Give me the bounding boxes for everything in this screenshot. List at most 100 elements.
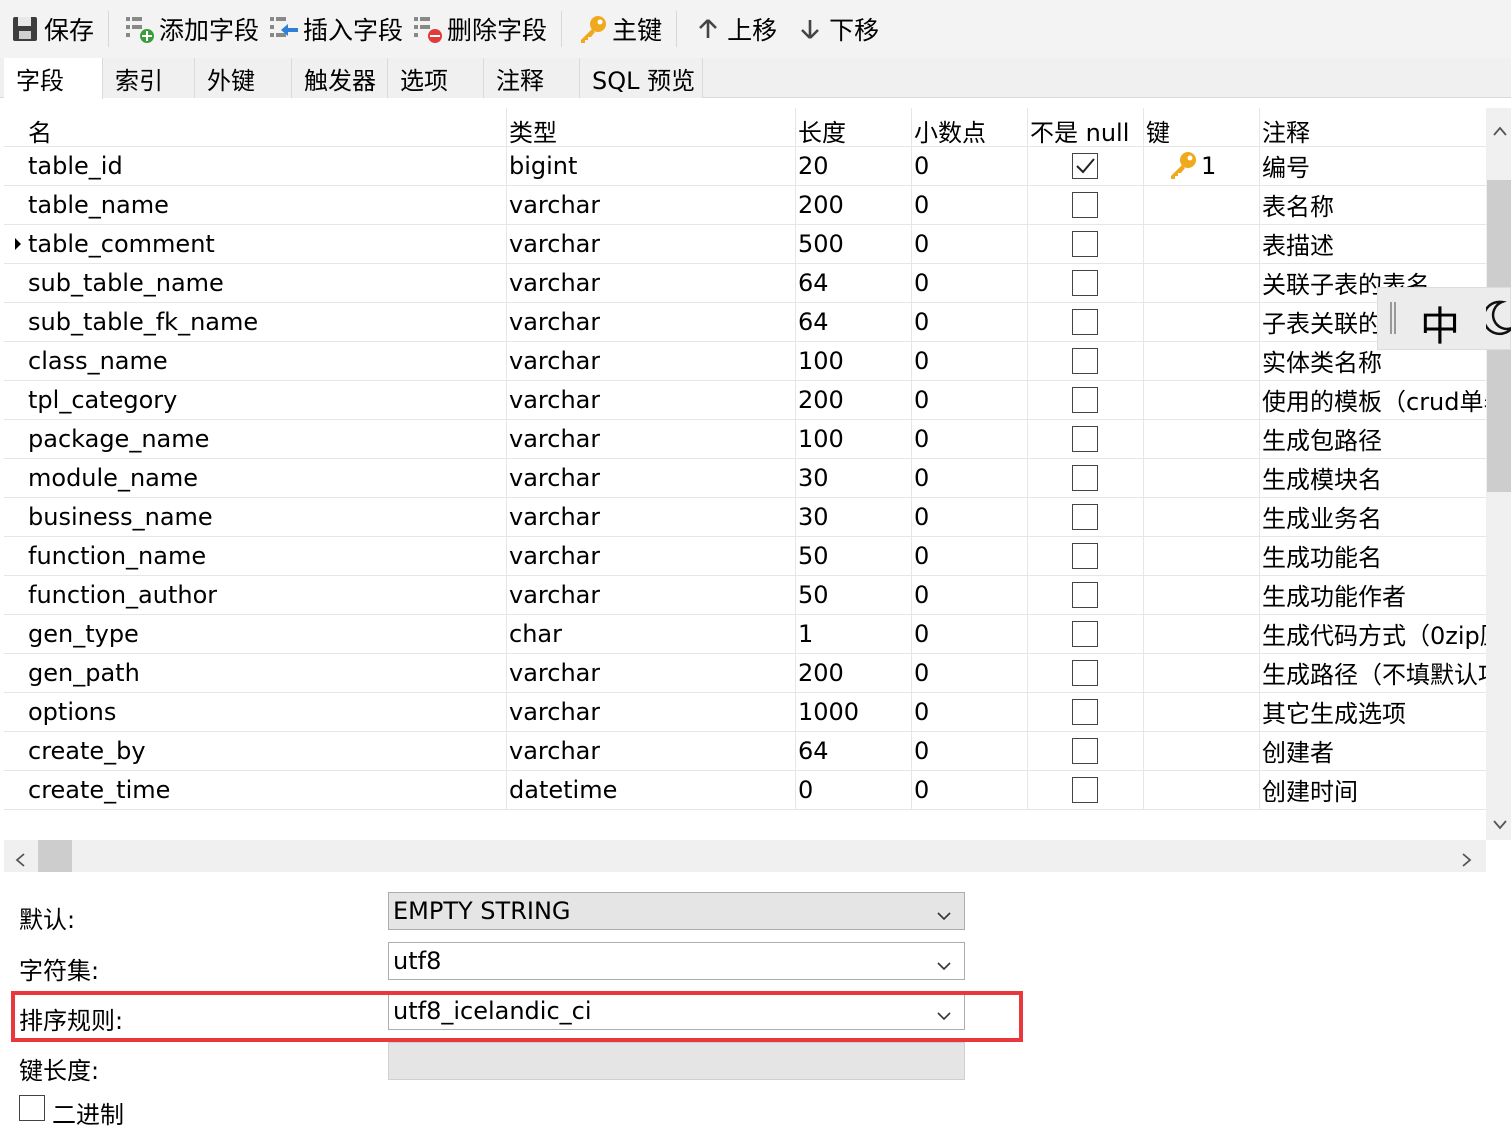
scroll-right-icon[interactable] xyxy=(1461,848,1473,872)
save-button[interactable]: 保存 xyxy=(4,7,98,51)
field-length-cell[interactable]: 200 xyxy=(798,380,844,419)
not-null-checkbox[interactable] xyxy=(1072,426,1098,452)
tab-sql-preview[interactable]: SQL 预览 xyxy=(580,58,703,98)
field-decimals-cell[interactable]: 0 xyxy=(914,419,929,458)
field-decimals-cell[interactable]: 0 xyxy=(914,263,929,302)
field-decimals-cell[interactable]: 0 xyxy=(914,770,929,809)
tab-foreign-keys[interactable]: 外键 xyxy=(195,58,292,98)
field-name-cell[interactable]: function_author xyxy=(28,575,217,614)
field-decimals-cell[interactable]: 0 xyxy=(914,224,929,263)
field-type-cell[interactable]: varchar xyxy=(509,692,600,731)
field-type-cell[interactable]: varchar xyxy=(509,653,600,692)
tab-options[interactable]: 选项 xyxy=(388,58,484,98)
column-header-comment[interactable]: 注释 xyxy=(1262,112,1310,148)
field-length-cell[interactable]: 64 xyxy=(798,731,829,770)
field-decimals-cell[interactable]: 0 xyxy=(914,731,929,770)
field-length-cell[interactable]: 64 xyxy=(798,263,829,302)
horizontal-scrollbar[interactable] xyxy=(4,840,1486,872)
field-type-cell[interactable]: varchar xyxy=(509,497,600,536)
field-comment-cell[interactable]: 生成功能名 xyxy=(1262,536,1486,575)
field-decimals-cell[interactable]: 0 xyxy=(914,614,929,653)
charset-select[interactable]: utf8 xyxy=(388,942,965,980)
field-name-cell[interactable]: sub_table_name xyxy=(28,263,224,302)
column-header-key[interactable]: 键 xyxy=(1146,112,1170,148)
not-null-checkbox[interactable] xyxy=(1072,348,1098,374)
field-name-cell[interactable]: function_name xyxy=(28,536,206,575)
scroll-left-icon[interactable] xyxy=(14,848,26,872)
ime-indicator[interactable]: 中 xyxy=(1377,287,1511,350)
scroll-up-icon[interactable] xyxy=(1493,118,1507,142)
primary-key-button[interactable]: 主键 xyxy=(572,7,666,51)
field-name-cell[interactable]: business_name xyxy=(28,497,213,536)
field-length-cell[interactable]: 500 xyxy=(798,224,844,263)
not-null-checkbox[interactable] xyxy=(1072,465,1098,491)
field-name-cell[interactable]: options xyxy=(28,692,116,731)
field-comment-cell[interactable]: 创建者 xyxy=(1262,731,1486,770)
tab-comment[interactable]: 注释 xyxy=(484,58,580,98)
field-type-cell[interactable]: datetime xyxy=(509,770,617,809)
field-decimals-cell[interactable]: 0 xyxy=(914,497,929,536)
not-null-checkbox[interactable] xyxy=(1072,543,1098,569)
column-header-length[interactable]: 长度 xyxy=(798,112,846,148)
not-null-checkbox[interactable] xyxy=(1072,153,1098,179)
tab-triggers[interactable]: 触发器 xyxy=(292,58,388,98)
field-comment-cell[interactable]: 创建时间 xyxy=(1262,770,1486,809)
scroll-down-icon[interactable] xyxy=(1493,812,1507,836)
field-name-cell[interactable]: table_comment xyxy=(28,224,215,263)
field-length-cell[interactable]: 0 xyxy=(798,770,813,809)
field-name-cell[interactable]: gen_type xyxy=(28,614,139,653)
field-length-cell[interactable]: 100 xyxy=(798,419,844,458)
not-null-checkbox[interactable] xyxy=(1072,582,1098,608)
field-decimals-cell[interactable]: 0 xyxy=(914,302,929,341)
field-length-cell[interactable]: 200 xyxy=(798,653,844,692)
field-name-cell[interactable]: create_time xyxy=(28,770,170,809)
field-type-cell[interactable]: varchar xyxy=(509,380,600,419)
field-comment-cell[interactable]: 表描述 xyxy=(1262,224,1486,263)
insert-field-button[interactable]: 插入字段 xyxy=(263,7,407,51)
field-length-cell[interactable]: 200 xyxy=(798,185,844,224)
field-decimals-cell[interactable]: 0 xyxy=(914,185,929,224)
field-decimals-cell[interactable]: 0 xyxy=(914,458,929,497)
field-name-cell[interactable]: package_name xyxy=(28,419,209,458)
field-name-cell[interactable]: create_by xyxy=(28,731,146,770)
tab-fields[interactable]: 字段 xyxy=(4,58,103,99)
not-null-checkbox[interactable] xyxy=(1072,621,1098,647)
field-type-cell[interactable]: varchar xyxy=(509,731,600,770)
field-type-cell[interactable]: varchar xyxy=(509,419,600,458)
field-length-cell[interactable]: 30 xyxy=(798,458,829,497)
not-null-checkbox[interactable] xyxy=(1072,387,1098,413)
field-decimals-cell[interactable]: 0 xyxy=(914,341,929,380)
field-length-cell[interactable]: 20 xyxy=(798,146,829,185)
not-null-checkbox[interactable] xyxy=(1072,270,1098,296)
not-null-checkbox[interactable] xyxy=(1072,738,1098,764)
field-length-cell[interactable]: 100 xyxy=(798,341,844,380)
field-decimals-cell[interactable]: 0 xyxy=(914,146,929,185)
field-decimals-cell[interactable]: 0 xyxy=(914,536,929,575)
field-type-cell[interactable]: varchar xyxy=(509,536,600,575)
field-type-cell[interactable]: char xyxy=(509,614,562,653)
field-comment-cell[interactable]: 生成功能作者 xyxy=(1262,575,1486,614)
field-type-cell[interactable]: varchar xyxy=(509,224,600,263)
field-comment-cell[interactable]: 生成路径（不填默认项 xyxy=(1262,653,1486,692)
field-name-cell[interactable]: module_name xyxy=(28,458,198,497)
column-header-name[interactable]: 名 xyxy=(28,112,52,148)
not-null-checkbox[interactable] xyxy=(1072,192,1098,218)
add-field-button[interactable]: 添加字段 xyxy=(119,7,263,51)
ime-drag-handle[interactable] xyxy=(1390,302,1396,334)
tab-indexes[interactable]: 索引 xyxy=(103,58,195,98)
field-comment-cell[interactable]: 使用的模板（crud单表 xyxy=(1262,380,1486,419)
field-name-cell[interactable]: table_name xyxy=(28,185,169,224)
field-name-cell[interactable]: tpl_category xyxy=(28,380,177,419)
default-select[interactable]: EMPTY STRING xyxy=(388,892,965,930)
field-type-cell[interactable]: varchar xyxy=(509,302,600,341)
field-type-cell[interactable]: varchar xyxy=(509,458,600,497)
column-header-decimals[interactable]: 小数点 xyxy=(914,112,986,148)
horizontal-scroll-thumb[interactable] xyxy=(38,840,72,872)
move-up-button[interactable]: 上移 xyxy=(687,7,781,51)
field-length-cell[interactable]: 30 xyxy=(798,497,829,536)
field-length-cell[interactable]: 64 xyxy=(798,302,829,341)
delete-field-button[interactable]: 删除字段 xyxy=(407,7,551,51)
field-decimals-cell[interactable]: 0 xyxy=(914,653,929,692)
field-decimals-cell[interactable]: 0 xyxy=(914,575,929,614)
field-type-cell[interactable]: varchar xyxy=(509,185,600,224)
